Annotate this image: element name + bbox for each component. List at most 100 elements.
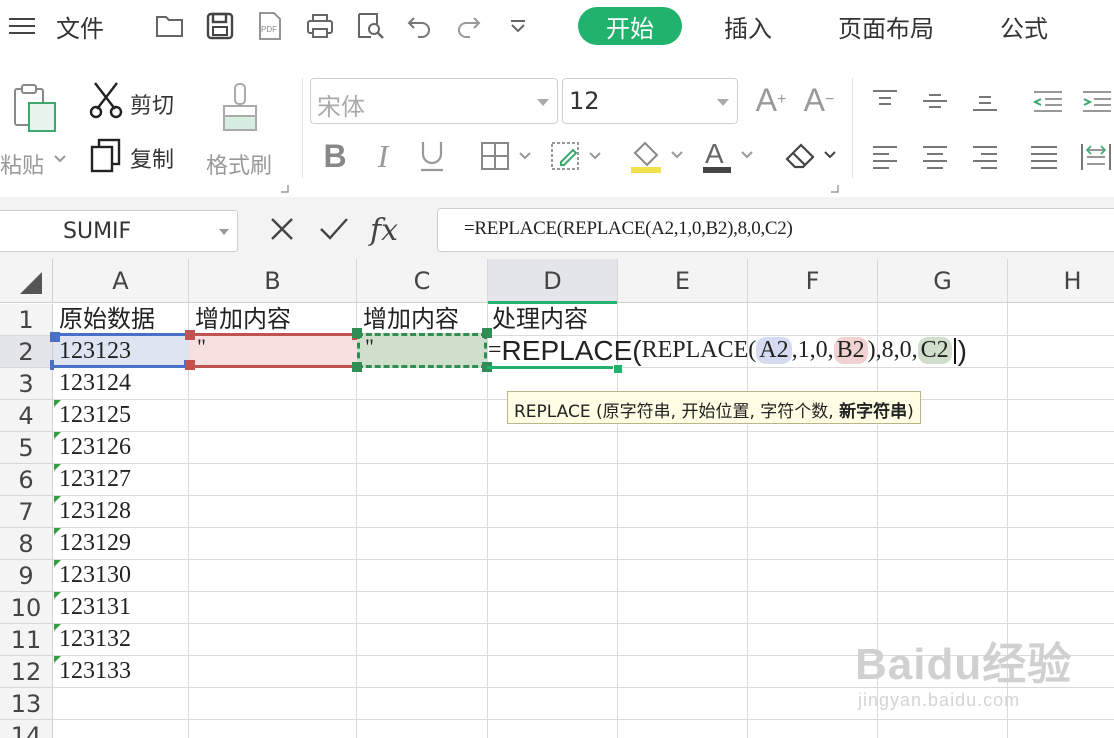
print-preview-icon[interactable]: [352, 8, 388, 44]
cell-a7[interactable]: 123128: [53, 495, 131, 527]
name-box-dropdown-icon[interactable]: [219, 229, 229, 235]
tab-insert[interactable]: 插入: [724, 8, 772, 44]
fill-color-icon[interactable]: [628, 136, 686, 176]
font-shrink-icon[interactable]: A −: [802, 82, 836, 118]
paste-icon[interactable]: [10, 82, 60, 134]
font-size-dropdown-icon[interactable]: [717, 99, 729, 106]
quick-access-dropdown-icon[interactable]: [500, 8, 536, 44]
cancel-formula-icon[interactable]: [268, 215, 296, 251]
select-all-corner[interactable]: [0, 259, 53, 303]
cell-a6[interactable]: 123127: [53, 463, 131, 495]
clear-format-icon[interactable]: [782, 136, 840, 176]
tab-start[interactable]: 开始: [578, 7, 682, 45]
export-pdf-icon[interactable]: PDF: [252, 8, 288, 44]
reference-handle[interactable]: [50, 332, 60, 342]
column-header-f[interactable]: F: [748, 259, 878, 303]
font-name-select[interactable]: 宋体: [310, 78, 558, 124]
column-header-h[interactable]: H: [1008, 259, 1114, 303]
row-header-10[interactable]: 10: [0, 592, 53, 624]
underline-icon[interactable]: [414, 136, 450, 176]
copy-icon[interactable]: [88, 136, 124, 176]
formula-input[interactable]: =REPLACE(REPLACE(A2,1,0,B2),8,0,C2): [437, 208, 1114, 252]
tab-page-layout[interactable]: 页面布局: [838, 8, 934, 44]
cell-a10[interactable]: 123131: [53, 591, 131, 623]
align-right-icon[interactable]: [968, 142, 1002, 172]
row-header-7[interactable]: 7: [0, 496, 53, 528]
column-header-g[interactable]: G: [878, 259, 1008, 303]
edit-equals: =: [488, 337, 502, 363]
cut-icon[interactable]: [88, 80, 124, 120]
name-box[interactable]: SUMIF: [0, 210, 238, 252]
row-header-6[interactable]: 6: [0, 464, 53, 496]
column-header-d[interactable]: D: [488, 259, 618, 304]
cut-label[interactable]: 剪切: [130, 88, 174, 120]
font-name-dropdown-icon[interactable]: [537, 99, 549, 106]
reference-handle[interactable]: [185, 360, 195, 370]
align-top-icon[interactable]: [868, 86, 902, 116]
border-icon[interactable]: [478, 138, 536, 174]
reference-handle[interactable]: [352, 328, 362, 338]
clipboard-launcher-icon[interactable]: [280, 184, 290, 194]
row-header-13[interactable]: 13: [0, 688, 53, 720]
redo-icon[interactable]: [450, 8, 486, 44]
cell-a5[interactable]: 123126: [53, 431, 131, 463]
column-header-c[interactable]: C: [357, 259, 488, 303]
cell-a1[interactable]: 原始数据: [53, 303, 155, 335]
cell-a4[interactable]: 123125: [53, 399, 131, 431]
cell-a11[interactable]: 123132: [53, 623, 131, 655]
insert-function-icon[interactable]: fx: [370, 213, 398, 248]
cell-a9[interactable]: 123130: [53, 559, 131, 591]
tooltip-current-argument: 新字符串: [839, 402, 908, 422]
row-header-3[interactable]: 3: [0, 368, 53, 400]
decrease-indent-icon[interactable]: [1030, 86, 1066, 116]
bold-icon[interactable]: B: [318, 136, 352, 176]
column-header-a[interactable]: A: [53, 259, 189, 303]
cell-a3[interactable]: 123124: [53, 367, 131, 399]
row-header-4[interactable]: 4: [0, 400, 53, 432]
align-center-icon[interactable]: [918, 142, 952, 172]
copy-label[interactable]: 复制: [130, 142, 174, 174]
paste-label[interactable]: 粘贴: [0, 148, 44, 180]
format-painter-icon[interactable]: [218, 82, 262, 134]
row-header-9[interactable]: 9: [0, 560, 53, 592]
formula-text: =REPLACE(REPLACE(A2,1,0,B2),8,0,C2): [464, 218, 793, 239]
row-header-11[interactable]: 11: [0, 624, 53, 656]
increase-indent-icon[interactable]: [1080, 86, 1114, 116]
align-bottom-icon[interactable]: [968, 86, 1002, 116]
row-header-2[interactable]: 2: [0, 336, 53, 368]
column-header-e[interactable]: E: [618, 259, 748, 303]
save-icon[interactable]: [202, 8, 238, 44]
cell-a8[interactable]: 123129: [53, 527, 131, 559]
italic-icon[interactable]: I: [368, 136, 398, 176]
distribute-icon[interactable]: [1078, 140, 1114, 174]
paste-dropdown-icon[interactable]: [52, 152, 68, 166]
reference-handle[interactable]: [352, 362, 362, 372]
align-left-icon[interactable]: [868, 142, 902, 172]
font-launcher-icon[interactable]: [830, 184, 840, 194]
column-header-b[interactable]: B: [189, 259, 357, 303]
reference-handle[interactable]: [185, 330, 195, 340]
cell-a2[interactable]: 123123: [53, 335, 131, 367]
row-header-12[interactable]: 12: [0, 656, 53, 688]
cell-a12[interactable]: 123133: [53, 655, 131, 687]
row-header-14[interactable]: 14: [0, 720, 53, 738]
row-header-8[interactable]: 8: [0, 528, 53, 560]
cell-d1[interactable]: 处理内容: [488, 303, 588, 335]
row-header-5[interactable]: 5: [0, 432, 53, 464]
row-header-1[interactable]: 1: [0, 304, 53, 336]
font-color-icon[interactable]: A: [700, 136, 758, 176]
font-size-select[interactable]: 12: [562, 78, 738, 124]
undo-icon[interactable]: [402, 8, 438, 44]
menu-icon[interactable]: [4, 8, 40, 44]
open-folder-icon[interactable]: [152, 8, 188, 44]
cell-d2-editor[interactable]: = REPLACE ( REPLACE( A2 ,1,0, B2 ),8,0, …: [488, 333, 967, 368]
merge-cells-icon[interactable]: [548, 138, 606, 174]
justify-icon[interactable]: [1026, 142, 1062, 172]
menu-file[interactable]: 文件: [56, 8, 104, 44]
align-middle-icon[interactable]: [918, 86, 952, 116]
format-painter-label[interactable]: 格式刷: [206, 148, 272, 180]
tab-formulas[interactable]: 公式: [1000, 8, 1048, 44]
confirm-formula-icon[interactable]: [318, 215, 350, 251]
font-grow-icon[interactable]: A +: [754, 82, 788, 118]
print-icon[interactable]: [302, 8, 338, 44]
